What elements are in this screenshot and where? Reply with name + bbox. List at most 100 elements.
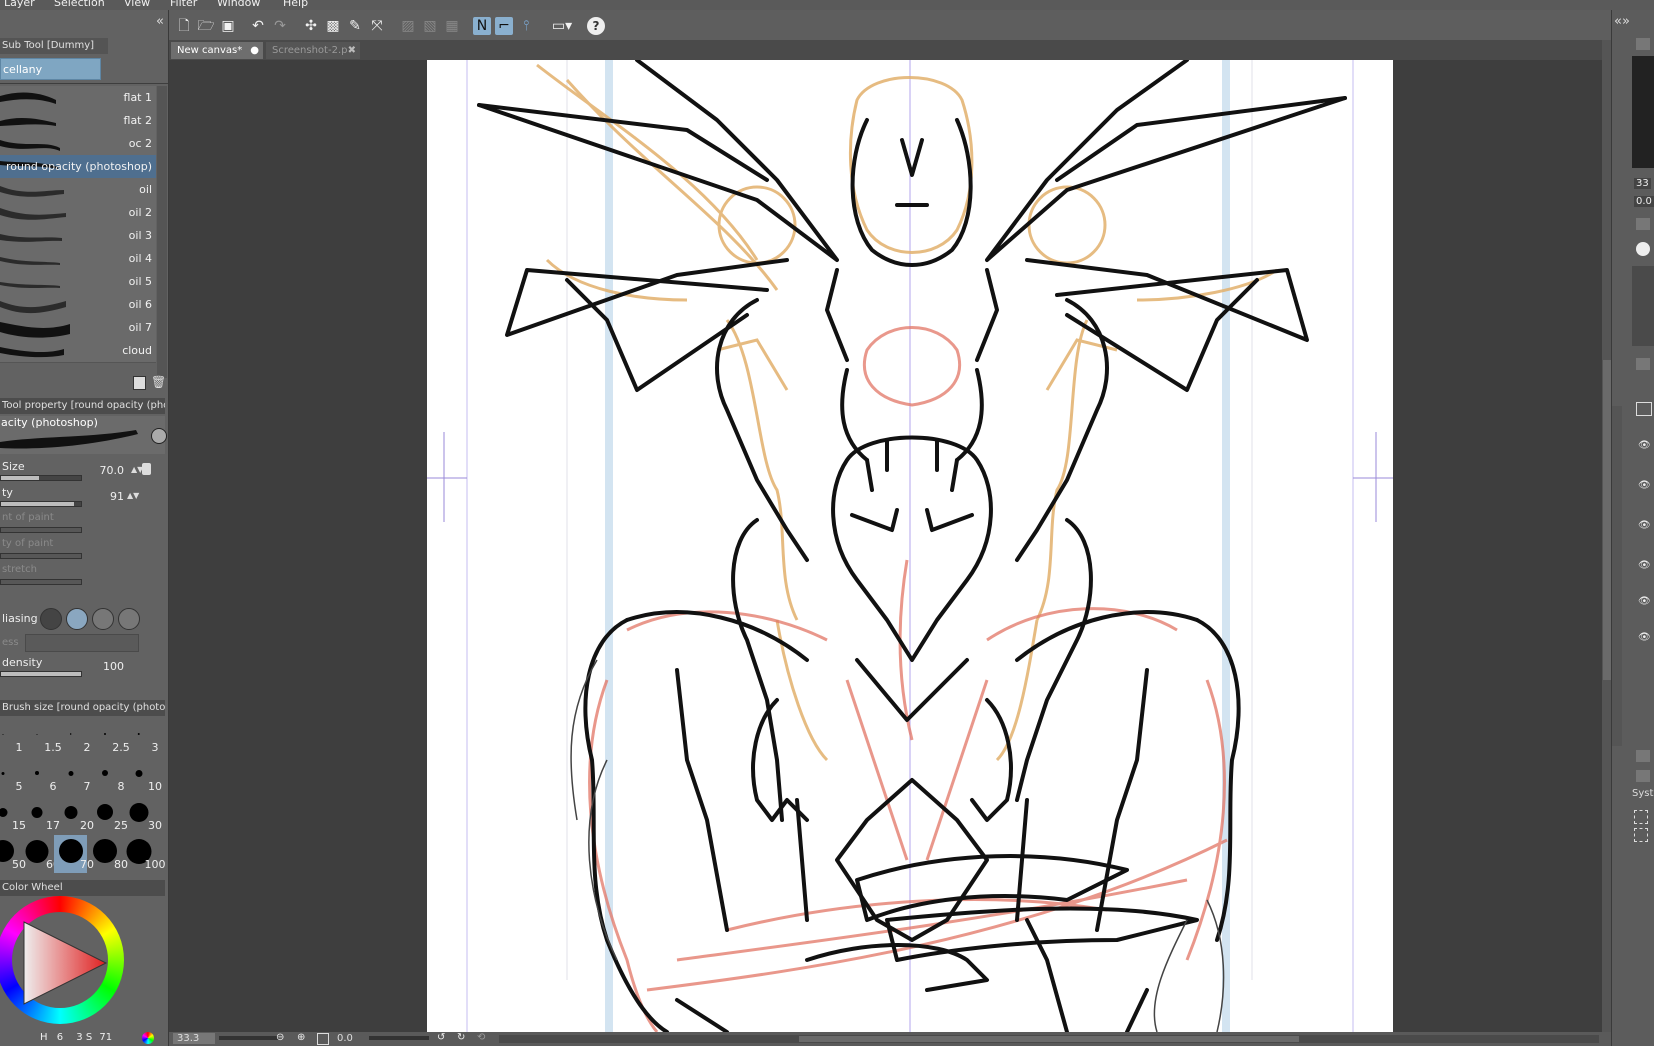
brush-item[interactable]: flat 2 (0, 109, 156, 133)
crop-icon[interactable]: ▧ (421, 17, 439, 35)
rotate-left-icon[interactable]: ↺ (437, 1032, 445, 1043)
display-dropdown-icon[interactable]: ▭▾ (547, 17, 577, 35)
brush-list-scrollbar[interactable] (157, 86, 167, 378)
angle-readout[interactable]: 0.0 (337, 1033, 353, 1044)
layer-visibility-icon-3[interactable]: 👁 (1638, 520, 1651, 531)
antialias-weak-button[interactable] (66, 608, 88, 630)
selection-icon-2[interactable] (1634, 828, 1648, 842)
rotate-slider[interactable] (369, 1036, 429, 1040)
fill-icon[interactable]: ▩ (324, 17, 342, 35)
clear-icon[interactable]: ✣ (302, 17, 320, 35)
brush-size-cell[interactable]: 2 (54, 718, 91, 756)
collapse-right-icon[interactable]: «» (1614, 14, 1630, 29)
subtool-group-tab[interactable]: cellany (0, 58, 101, 80)
brush-item[interactable]: oil 3 (0, 224, 156, 248)
fit-icon[interactable] (317, 1033, 329, 1045)
brush-item[interactable]: oil (0, 178, 156, 202)
menu-filter[interactable]: Filter (170, 0, 197, 9)
brush-size-cell[interactable]: 1 (0, 718, 23, 756)
selection-icon[interactable] (1634, 810, 1648, 824)
brush-size-cell[interactable]: 30 (122, 796, 162, 834)
brush-size-cell[interactable]: 1.5 (20, 718, 62, 756)
brush-item[interactable]: flat 1 (0, 86, 156, 110)
navigator-angle-readout[interactable]: 0.0 (1634, 196, 1654, 207)
brush-item[interactable]: oil 7 (0, 316, 156, 340)
layer-visibility-icon-2[interactable]: 👁 (1638, 480, 1651, 491)
size-slider[interactable] (0, 475, 82, 481)
layer-visibility-icon-4[interactable]: 👁 (1638, 560, 1651, 571)
opacity-value[interactable]: 91 (110, 490, 124, 503)
layer-search-icon[interactable] (1636, 242, 1650, 256)
pressure-icon[interactable] (142, 463, 151, 475)
menu-view[interactable]: View (124, 0, 150, 9)
antialias-strong-button[interactable] (118, 608, 140, 630)
panel-menu-icon-4[interactable] (1636, 750, 1650, 762)
brush-size-cell[interactable]: 7 (54, 757, 91, 795)
new-subtool-icon[interactable] (133, 376, 146, 390)
snap-grid-icon[interactable]: ⌐ (495, 17, 513, 35)
layer-scrollbar[interactable] (1612, 406, 1622, 746)
menu-layer[interactable]: Layer (4, 0, 35, 9)
snap-special-icon[interactable]: ⫯ (517, 17, 535, 35)
zoom-in-icon[interactable]: ⊕ (297, 1032, 305, 1043)
help-icon[interactable]: ? (587, 17, 605, 35)
deselect-icon[interactable]: ▨ (399, 17, 417, 35)
transform-icon[interactable]: ✎ (346, 17, 364, 35)
save-icon[interactable]: ▣ (219, 17, 237, 35)
zoom-out-icon[interactable]: ⊖ (276, 1032, 284, 1043)
panel-menu-icon-2[interactable] (1636, 218, 1650, 230)
rotate-right-icon[interactable]: ↻ (457, 1032, 465, 1043)
system-tab-label[interactable]: Syst (1632, 788, 1653, 799)
reset-rotate-icon[interactable]: ⟲ (477, 1032, 485, 1043)
brush-item[interactable]: oil 6 (0, 293, 156, 317)
redo-icon[interactable]: ↷ (271, 17, 289, 35)
brush-item[interactable]: oil 2 (0, 201, 156, 225)
trash-icon[interactable]: 🗑 (151, 376, 166, 388)
brush-size-cell[interactable]: 15 (0, 796, 26, 834)
menu-window[interactable]: Window (217, 0, 260, 9)
canvas-scrollbar-horizontal[interactable] (499, 1035, 1599, 1043)
tab-new-canvas[interactable]: New canvas* ● (171, 42, 263, 59)
panel-menu-icon[interactable] (1636, 38, 1650, 50)
brush-density-value[interactable]: 100 (103, 660, 124, 673)
tab-screenshot[interactable]: Screenshot-2.p ✖ (266, 42, 360, 59)
magnifier-icon[interactable] (151, 428, 167, 444)
layer-visibility-icon-5[interactable]: 👁 (1638, 596, 1651, 607)
snap-ruler-icon[interactable]: N (473, 17, 491, 35)
navigator-zoom-readout[interactable]: 33 (1634, 178, 1651, 189)
menu-help[interactable]: Help (283, 0, 308, 9)
layer-visibility-icon-1[interactable]: 👁 (1638, 440, 1651, 451)
antialias-none-button[interactable] (40, 608, 62, 630)
new-file-icon[interactable]: 🗋 (175, 17, 193, 35)
panel-menu-icon-5[interactable] (1636, 770, 1650, 782)
brush-size-cell[interactable]: 8 (88, 757, 125, 795)
brush-size-cell[interactable]: 60 (20, 835, 60, 873)
brush-item[interactable]: oil 4 (0, 247, 156, 271)
brush-item[interactable]: oc 2 (0, 132, 156, 156)
brush-size-cell[interactable]: 17 (20, 796, 60, 834)
tab-close-icon[interactable]: ✖ (348, 42, 356, 59)
navigator-preview[interactable] (1632, 56, 1654, 168)
collapse-left-icon[interactable]: « (156, 14, 164, 29)
brush-size-cell[interactable]: 5 (0, 757, 23, 795)
open-file-icon[interactable]: 🗁 (197, 17, 215, 35)
brush-item[interactable]: round opacity (photoshop) (0, 155, 156, 179)
opacity-spin-icon[interactable]: ▲▼ (127, 491, 139, 500)
size-value[interactable]: 70.0 (100, 464, 125, 477)
brush-size-cell[interactable]: 2.5 (88, 718, 130, 756)
brush-item[interactable]: cloud (0, 339, 156, 363)
brush-size-cell[interactable]: 100 (122, 835, 166, 873)
zoom-slider[interactable] (219, 1036, 279, 1040)
brush-size-cell[interactable]: 80 (88, 835, 128, 873)
menu-selection[interactable]: Selection (54, 0, 105, 9)
brush-item[interactable]: oil 5 (0, 270, 156, 294)
canvas-paper[interactable] (427, 60, 1393, 1032)
color-triangle[interactable] (22, 920, 112, 1006)
color-mode-icon[interactable] (142, 1032, 154, 1044)
scale-icon[interactable]: ⤧ (368, 17, 386, 35)
layer-visibility-icon-6[interactable]: 👁 (1638, 632, 1651, 643)
opacity-slider[interactable] (0, 501, 82, 507)
panel-menu-icon-3[interactable] (1636, 358, 1650, 370)
brush-size-cell[interactable]: 50 (0, 835, 26, 873)
antialias-medium-button[interactable] (92, 608, 114, 630)
